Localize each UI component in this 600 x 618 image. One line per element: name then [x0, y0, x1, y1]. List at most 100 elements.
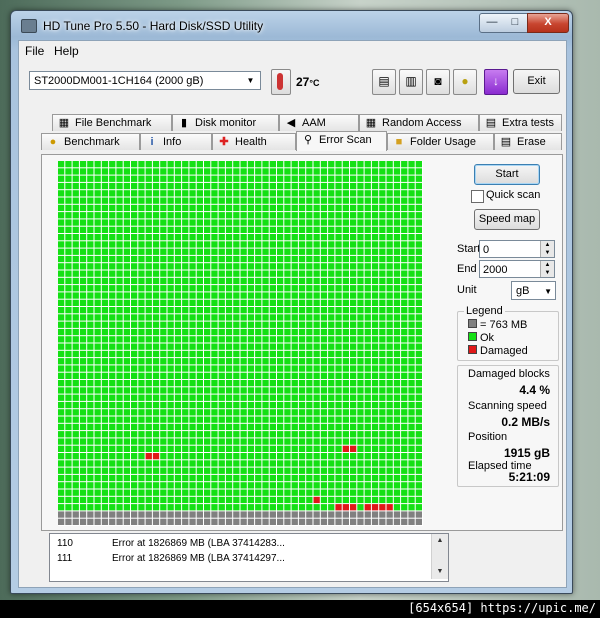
scan-block-ok: [131, 212, 138, 219]
scan-block-ok: [94, 307, 101, 314]
scan-block-ok: [298, 204, 306, 212]
scan-block-ok: [167, 474, 174, 482]
end-input[interactable]: 2000 ▲ ▼: [479, 260, 555, 278]
tab-erase[interactable]: ▤ Erase: [494, 133, 562, 150]
scan-block-ok: [145, 423, 152, 431]
spin-up-icon[interactable]: ▲: [540, 261, 554, 269]
exit-button[interactable]: Exit: [513, 69, 560, 94]
minimize-button[interactable]: —: [479, 13, 505, 33]
scan-block-ok: [218, 270, 225, 277]
tab-error-scan[interactable]: ⚲ Error Scan: [296, 131, 387, 151]
scan-block-ok: [328, 248, 335, 255]
scan-block-ok: [109, 409, 116, 416]
scan-block-ok: [269, 496, 276, 504]
scroll-up-icon[interactable]: ▲: [432, 534, 448, 548]
copy-text-button[interactable]: ▤: [372, 69, 396, 95]
scan-block-ok: [109, 387, 116, 394]
scan-block-ok: [269, 314, 276, 321]
scan-block-ok: [401, 234, 408, 241]
scan-block-ok: [189, 438, 196, 445]
scan-block-ok: [211, 336, 218, 343]
spin-down-icon[interactable]: ▼: [540, 269, 554, 277]
tab-health[interactable]: ✚ Health: [212, 133, 296, 150]
scan-block-unscanned: [415, 518, 422, 525]
scan-block-ok: [262, 328, 269, 336]
save-button[interactable]: ↓: [484, 69, 508, 95]
tab-folder-usage[interactable]: ■ Folder Usage: [387, 133, 494, 150]
scan-block-ok: [269, 197, 276, 204]
tab-info[interactable]: i Info: [140, 133, 212, 150]
scan-block-ok: [145, 226, 152, 233]
scan-block-ok: [262, 285, 269, 292]
quick-scan-checkbox[interactable]: [471, 190, 484, 203]
drive-select[interactable]: ST2000DM001-1CH164 (2000 gB) ▼: [29, 71, 261, 90]
scan-block-ok: [415, 365, 422, 372]
scan-block-ok: [189, 241, 196, 248]
scan-block-ok: [269, 467, 276, 474]
tab-random-access[interactable]: ▦ Random Access: [359, 114, 479, 131]
scan-block-ok: [298, 409, 306, 416]
scan-block-ok: [204, 350, 211, 358]
maximize-button[interactable]: □: [503, 13, 528, 33]
scan-block-ok: [182, 321, 189, 328]
scan-block-ok: [123, 168, 130, 175]
scan-block-ok: [342, 241, 349, 248]
start-input[interactable]: 0 ▲ ▼: [479, 240, 555, 258]
scan-block-ok: [277, 314, 284, 321]
scan-block-ok: [167, 168, 174, 175]
scan-block-ok: [174, 387, 182, 394]
scan-block-ok: [240, 387, 247, 394]
scroll-down-icon[interactable]: ▼: [432, 565, 448, 579]
copy-info-button[interactable]: ▥: [399, 69, 423, 95]
tab-disk-monitor[interactable]: ▮ Disk monitor: [172, 114, 279, 131]
list-item[interactable]: 110 Error at 1826869 MB (LBA 37414283...: [50, 536, 430, 551]
scan-block-ok: [233, 270, 240, 277]
tab-file-benchmark[interactable]: ▦ File Benchmark: [52, 114, 172, 131]
scan-block-ok: [401, 431, 408, 438]
error-log-list[interactable]: 110 Error at 1826869 MB (LBA 37414283...…: [49, 533, 449, 582]
scan-block-ok: [247, 394, 255, 401]
tab-aam[interactable]: ◀ AAM: [279, 114, 359, 131]
scan-block-ok: [364, 380, 371, 387]
scan-block-ok: [116, 168, 123, 175]
scan-block-ok: [218, 474, 225, 482]
start-button[interactable]: Start: [474, 164, 540, 185]
scan-block-ok: [174, 270, 182, 277]
options-button[interactable]: ●: [453, 69, 477, 95]
scan-block-unscanned: [204, 511, 211, 518]
scan-block-ok: [357, 285, 364, 292]
scan-block-ok: [101, 299, 109, 306]
scan-block-ok: [364, 190, 371, 197]
scan-block-ok: [79, 423, 87, 431]
spin-up-icon[interactable]: ▲: [540, 241, 554, 249]
scan-block-ok: [269, 416, 276, 423]
scan-block-ok: [225, 394, 233, 401]
scan-block-ok: [72, 204, 79, 212]
screenshot-button[interactable]: ◙: [426, 69, 450, 95]
scan-block-ok: [335, 285, 342, 292]
spin-down-icon[interactable]: ▼: [540, 249, 554, 257]
scan-block-ok: [152, 219, 160, 226]
scan-block-ok: [218, 204, 225, 212]
scan-block-ok: [72, 277, 79, 285]
scan-block-ok: [87, 292, 94, 299]
menu-help[interactable]: Help: [54, 44, 79, 58]
list-item[interactable]: 111 Error at 1826869 MB (LBA 37414297...: [50, 551, 430, 566]
scan-block-ok: [393, 387, 401, 394]
scan-block-ok: [101, 350, 109, 358]
scan-block-ok: [393, 423, 401, 431]
scan-block-ok: [291, 489, 298, 496]
scan-block-ok: [79, 387, 87, 394]
log-scrollbar[interactable]: ▲ ▼: [431, 534, 448, 579]
close-button[interactable]: X: [527, 13, 569, 33]
title-bar[interactable]: HD Tune Pro 5.50 - Hard Disk/SSD Utility…: [11, 11, 572, 39]
tab-benchmark[interactable]: ● Benchmark: [41, 133, 140, 150]
tab-extra-tests[interactable]: ▤ Extra tests: [479, 114, 562, 131]
scan-block-ok: [233, 453, 240, 460]
speed-map-button[interactable]: Speed map: [474, 209, 540, 230]
scan-block-unscanned: [342, 518, 349, 525]
menu-file[interactable]: File: [25, 44, 44, 58]
scan-block-ok: [240, 380, 247, 387]
unit-select[interactable]: gB ▼: [511, 281, 556, 300]
scan-block-ok: [65, 190, 72, 197]
